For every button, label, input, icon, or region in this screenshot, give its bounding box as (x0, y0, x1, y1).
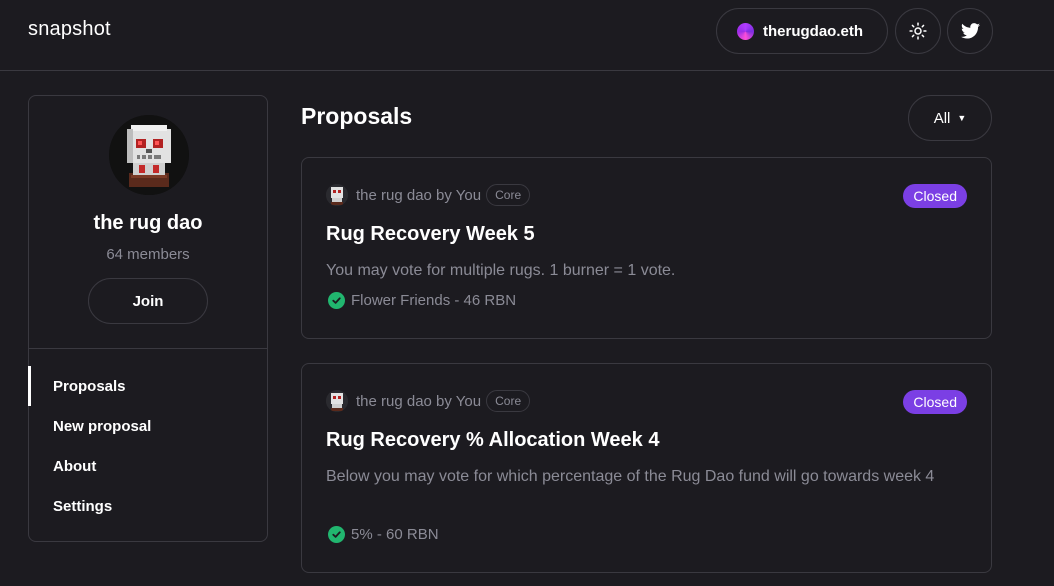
core-badge: Core (486, 390, 531, 412)
result-text: 5% - 60 RBN (351, 526, 439, 543)
member-count: 64 members (106, 246, 190, 263)
check-circle-icon (328, 526, 345, 543)
status-badge: Closed (903, 184, 967, 208)
space-avatar (109, 115, 189, 195)
space-mini-avatar-icon (326, 390, 348, 412)
space-mini-avatar-icon (326, 184, 348, 206)
space-name: the rug dao (93, 212, 203, 234)
proposal-result: Flower Friends - 46 RBN (328, 292, 516, 309)
account-button[interactable]: therugdao.eth (716, 8, 888, 54)
proposal-author: the rug dao by You Core (326, 184, 531, 206)
top-header: snapshot therugdao.eth (0, 0, 1054, 71)
twitter-icon (960, 23, 980, 39)
page-title: Proposals (301, 103, 413, 129)
filter-dropdown[interactable]: All ▼ (908, 95, 992, 141)
theme-toggle-button[interactable] (895, 8, 941, 54)
proposal-title[interactable]: Rug Recovery Week 5 (326, 223, 535, 246)
proposal-card[interactable]: the rug dao by You Core Closed Rug Recov… (301, 157, 992, 339)
author-text: the rug dao by You (356, 186, 482, 204)
sun-icon (909, 22, 927, 40)
filter-label: All (933, 109, 951, 127)
account-label: therugdao.eth (763, 22, 863, 40)
check-circle-icon (328, 292, 345, 309)
account-avatar-icon (737, 22, 754, 40)
proposal-description: You may vote for multiple rugs. 1 burner… (326, 262, 676, 279)
result-text: Flower Friends - 46 RBN (351, 292, 517, 309)
core-badge: Core (486, 184, 531, 206)
sidebar-item-proposals[interactable]: Proposals (28, 366, 267, 406)
sidebar-item-new-proposal[interactable]: New proposal (29, 406, 267, 446)
author-text: the rug dao by You (356, 392, 482, 410)
sidebar-divider (29, 348, 267, 349)
proposal-result: 5% - 60 RBN (328, 526, 439, 543)
space-sidebar: the rug dao 64 members Join Proposals Ne… (28, 95, 268, 542)
join-button[interactable]: Join (88, 278, 208, 324)
sidebar-nav: Proposals New proposal About Settings (28, 366, 267, 526)
proposal-author: the rug dao by You Core (326, 390, 531, 412)
snapshot-logo[interactable]: snapshot (28, 18, 111, 41)
status-badge: Closed (903, 390, 967, 414)
caret-down-icon: ▼ (957, 113, 967, 123)
sidebar-item-settings[interactable]: Settings (29, 486, 267, 526)
proposal-card[interactable]: the rug dao by You Core Closed Rug Recov… (301, 363, 992, 573)
sidebar-item-about[interactable]: About (29, 446, 267, 486)
proposal-description: Below you may vote for which percentage … (326, 468, 935, 485)
rug-skull-avatar-icon (109, 115, 189, 195)
twitter-button[interactable] (947, 8, 993, 54)
proposal-title[interactable]: Rug Recovery % Allocation Week 4 (326, 429, 659, 452)
